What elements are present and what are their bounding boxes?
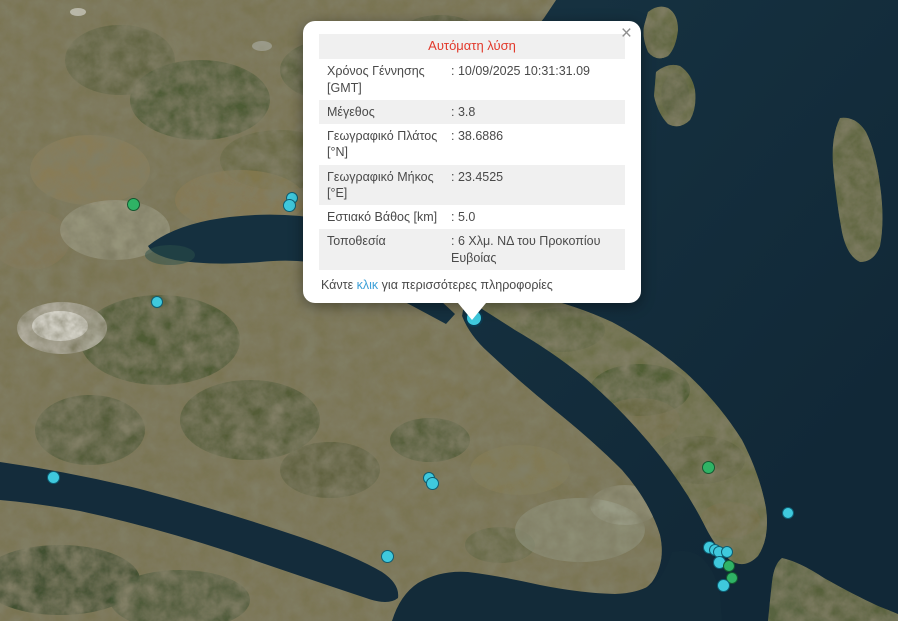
earthquake-marker[interactable] bbox=[381, 550, 394, 563]
more-info-link[interactable]: κλικ bbox=[357, 278, 379, 292]
table-row: Εστιακό Βάθος [km] : 5.0 bbox=[319, 205, 625, 229]
earthquake-marker[interactable] bbox=[723, 560, 735, 572]
earthquake-marker[interactable] bbox=[283, 199, 296, 212]
row-label: Εστιακό Βάθος [km] bbox=[319, 205, 447, 229]
earthquake-marker[interactable] bbox=[127, 198, 140, 211]
footer-text: για περισσότερες πληροφορίες bbox=[378, 278, 553, 292]
popup-footer: Κάντε κλικ για περισσότερες πληροφορίες bbox=[319, 277, 625, 293]
earthquake-marker[interactable] bbox=[47, 471, 60, 484]
row-label: Τοποθεσία bbox=[319, 229, 447, 270]
table-row: Γεωγραφικό Πλάτος [°N] : 38.6886 bbox=[319, 124, 625, 165]
earthquake-marker[interactable] bbox=[151, 296, 163, 308]
table-row: Τοποθεσία : 6 Χλμ. ΝΔ του Προκοπίου Ευβο… bbox=[319, 229, 625, 270]
popup-tail bbox=[458, 303, 486, 320]
table-row: Χρόνος Γέννησης [GMT] : 10/09/2025 10:31… bbox=[319, 59, 625, 100]
footer-text: Κάντε bbox=[321, 278, 357, 292]
close-icon[interactable]: × bbox=[621, 24, 632, 43]
row-label: Γεωγραφικό Μήκος [°E] bbox=[319, 165, 447, 206]
cloud bbox=[70, 8, 86, 16]
cloud bbox=[252, 41, 272, 51]
table-row: Μέγεθος : 3.8 bbox=[319, 100, 625, 124]
row-value: : 10/09/2025 10:31:31.09 bbox=[447, 59, 625, 100]
earthquake-marker[interactable] bbox=[782, 507, 794, 519]
row-value: : 38.6886 bbox=[447, 124, 625, 165]
popup-table: Αυτόματη λύση Χρόνος Γέννησης [GMT] : 10… bbox=[319, 34, 625, 269]
earthquake-marker[interactable] bbox=[717, 579, 730, 592]
row-value: : 5.0 bbox=[447, 205, 625, 229]
earthquake-marker[interactable] bbox=[426, 477, 439, 490]
earthquake-marker[interactable] bbox=[702, 461, 715, 474]
row-value: : 6 Χλμ. ΝΔ του Προκοπίου Ευβοίας bbox=[447, 229, 625, 270]
row-label: Γεωγραφικό Πλάτος [°N] bbox=[319, 124, 447, 165]
row-label: Χρόνος Γέννησης [GMT] bbox=[319, 59, 447, 100]
earthquake-popup: × Αυτόματη λύση Χρόνος Γέννησης [GMT] : … bbox=[303, 21, 641, 303]
table-row: Γεωγραφικό Μήκος [°E] : 23.4525 bbox=[319, 165, 625, 206]
row-label: Μέγεθος bbox=[319, 100, 447, 124]
row-value: : 23.4525 bbox=[447, 165, 625, 206]
popup-title: Αυτόματη λύση bbox=[420, 34, 524, 59]
row-value: : 3.8 bbox=[447, 100, 625, 124]
